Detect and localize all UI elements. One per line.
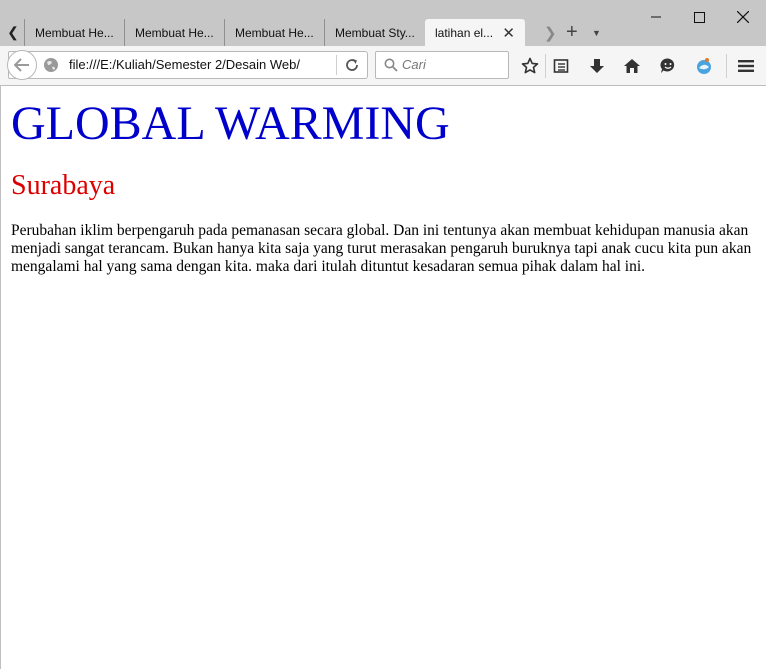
dropdown-arrow-icon: ▼ — [592, 27, 601, 38]
download-arrow-icon — [590, 59, 604, 73]
tab-label: Membuat He... — [35, 25, 114, 40]
star-icon — [521, 57, 539, 74]
back-button[interactable] — [7, 50, 37, 80]
open-menu-button[interactable] — [736, 56, 756, 76]
bookmark-star-button[interactable] — [520, 56, 540, 76]
tab-label: Membuat He... — [235, 25, 314, 40]
list-tabs-button[interactable]: ▼ — [592, 20, 601, 45]
url-bar[interactable]: file:///E:/Kuliah/Semester 2/Desain Web/ — [7, 50, 368, 80]
tab-strip: Membuat He... Membuat He... Membuat He..… — [24, 19, 525, 46]
close-window-button[interactable] — [720, 0, 766, 34]
extension-swirl-icon — [697, 58, 711, 74]
maximize-button[interactable] — [676, 0, 722, 34]
bookmarks-list-icon — [553, 59, 569, 73]
toolbar-divider — [545, 54, 546, 78]
tab-active[interactable]: latihan el... ✕ — [425, 19, 525, 46]
minimize-button[interactable] — [633, 0, 679, 34]
tab[interactable]: Membuat He... — [124, 19, 224, 46]
home-icon — [624, 59, 640, 73]
tab[interactable]: Membuat He... — [24, 19, 124, 46]
globe-icon — [44, 58, 58, 72]
reload-icon[interactable] — [343, 56, 361, 74]
title-bar: ❮ Membuat He... Membuat He... Membuat He… — [0, 0, 766, 46]
navigation-toolbar: file:///E:/Kuliah/Semester 2/Desain Web/… — [0, 46, 766, 86]
tab-label: latihan el... — [435, 25, 494, 40]
toolbar-divider — [726, 54, 727, 78]
back-arrow-icon — [14, 58, 29, 72]
extension-button[interactable] — [694, 56, 714, 76]
chat-smiley-icon — [660, 58, 675, 73]
maximize-icon — [693, 11, 705, 23]
tab[interactable]: Membuat Sty... — [324, 19, 424, 46]
minimize-icon — [651, 16, 661, 18]
bookmarks-menu-button[interactable] — [551, 56, 571, 76]
downloads-button[interactable] — [587, 56, 607, 76]
search-placeholder: Cari — [402, 57, 426, 72]
home-button[interactable] — [622, 56, 642, 76]
plus-icon: + — [566, 21, 578, 43]
close-tab-icon[interactable]: ✕ — [502, 24, 515, 42]
new-tab-button[interactable]: + — [566, 20, 578, 45]
tab-label: Membuat Sty... — [335, 25, 415, 40]
url-divider — [336, 55, 337, 75]
body-paragraph: Perubahan iklim berpengaruh pada pemanas… — [11, 222, 752, 275]
tab[interactable]: Membuat He... — [224, 19, 324, 46]
hamburger-menu-icon — [738, 60, 754, 72]
tab-scroll-left-button[interactable]: ❮ — [5, 20, 21, 45]
page-heading: GLOBAL WARMING — [11, 97, 450, 150]
search-input[interactable]: Cari — [375, 51, 509, 79]
tab-label: Membuat He... — [135, 25, 214, 40]
tab-scroll-right-button[interactable]: ❯ — [544, 20, 557, 45]
page-content: GLOBAL WARMING Surabaya Perubahan iklim … — [0, 86, 766, 669]
chevron-right-icon: ❯ — [544, 24, 557, 42]
page-subheading: Surabaya — [11, 170, 116, 201]
chevron-left-icon: ❮ — [7, 24, 19, 40]
url-text[interactable]: file:///E:/Kuliah/Semester 2/Desain Web/ — [69, 57, 334, 72]
search-icon — [384, 58, 398, 72]
close-icon — [737, 11, 749, 23]
hello-button[interactable] — [658, 56, 678, 76]
